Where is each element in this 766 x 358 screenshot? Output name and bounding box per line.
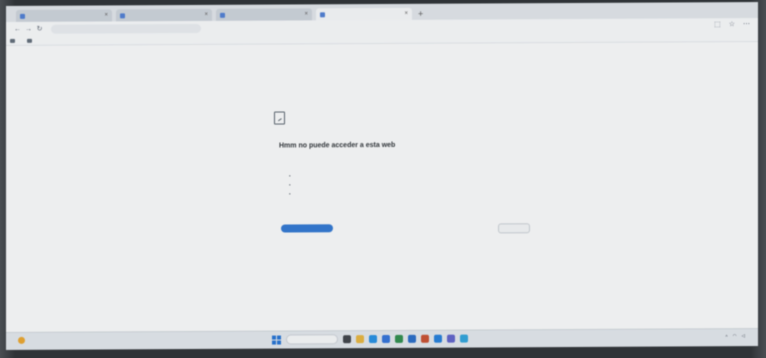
close-icon[interactable]: ×: [104, 12, 108, 18]
wifi-icon[interactable]: ◠: [733, 333, 737, 339]
broken-page-icon: [274, 111, 285, 125]
browser-screen: × × × × + ← → ↻ ⬚ ☆ ⋯ Hmm no puede acced…: [6, 2, 758, 350]
close-icon[interactable]: ×: [404, 11, 408, 17]
error-title: Hmm no puede acceder a esta web: [279, 141, 396, 150]
powerpoint-icon[interactable]: [421, 334, 429, 343]
extensions-icon[interactable]: ⬚: [714, 20, 721, 28]
suggestion-link[interactable]: [289, 173, 295, 178]
bookmark-item[interactable]: [10, 38, 17, 43]
suggestion-link[interactable]: [289, 191, 295, 196]
forward-icon[interactable]: →: [23, 25, 34, 32]
start-icon[interactable]: [272, 335, 281, 345]
volume-icon[interactable]: ◁: [742, 333, 745, 339]
suggestion-list: [289, 173, 295, 200]
favicon-icon: [120, 12, 125, 18]
back-icon[interactable]: ←: [12, 25, 23, 32]
favorites-icon[interactable]: ☆: [729, 20, 735, 28]
task-view-icon[interactable]: [343, 335, 351, 344]
file-explorer-icon[interactable]: [356, 335, 364, 344]
tab-1[interactable]: ×: [16, 9, 112, 22]
outlook-icon[interactable]: [434, 334, 442, 343]
close-icon[interactable]: ×: [304, 11, 308, 17]
tab-3[interactable]: ×: [216, 8, 312, 21]
excel-icon[interactable]: [395, 334, 403, 343]
favicon-icon: [320, 11, 325, 17]
chevron-up-icon[interactable]: ^: [725, 334, 727, 339]
toolbar-actions: ⬚ ☆ ⋯: [714, 20, 750, 28]
tab-active[interactable]: ×: [316, 7, 412, 21]
folder-icon: [27, 38, 32, 43]
favicon-icon: [220, 12, 225, 18]
favicon-icon: [20, 13, 25, 19]
edge-icon[interactable]: [369, 335, 377, 344]
word-icon[interactable]: [408, 334, 416, 343]
weather-widget[interactable]: [18, 336, 28, 344]
bookmark-item[interactable]: [27, 38, 34, 43]
reload-button[interactable]: [281, 224, 333, 233]
store-icon[interactable]: [382, 334, 390, 343]
taskbar-apps: [272, 334, 468, 345]
system-tray: ^ ◠ ◁: [725, 333, 750, 339]
refresh-icon[interactable]: ↻: [34, 25, 45, 33]
suggestion-link[interactable]: [289, 182, 295, 187]
tab-2[interactable]: ×: [116, 8, 212, 22]
menu-icon[interactable]: ⋯: [743, 20, 750, 28]
address-bar[interactable]: [51, 23, 201, 34]
new-tab-icon[interactable]: +: [418, 8, 423, 20]
app-icon[interactable]: [460, 334, 468, 343]
error-page: Hmm no puede acceder a esta web: [6, 42, 758, 332]
taskbar-search[interactable]: [286, 334, 338, 345]
folder-icon: [10, 38, 15, 43]
teams-icon[interactable]: [447, 334, 455, 343]
close-icon[interactable]: ×: [204, 12, 208, 18]
sun-icon: [18, 336, 25, 344]
details-button[interactable]: [498, 223, 530, 234]
